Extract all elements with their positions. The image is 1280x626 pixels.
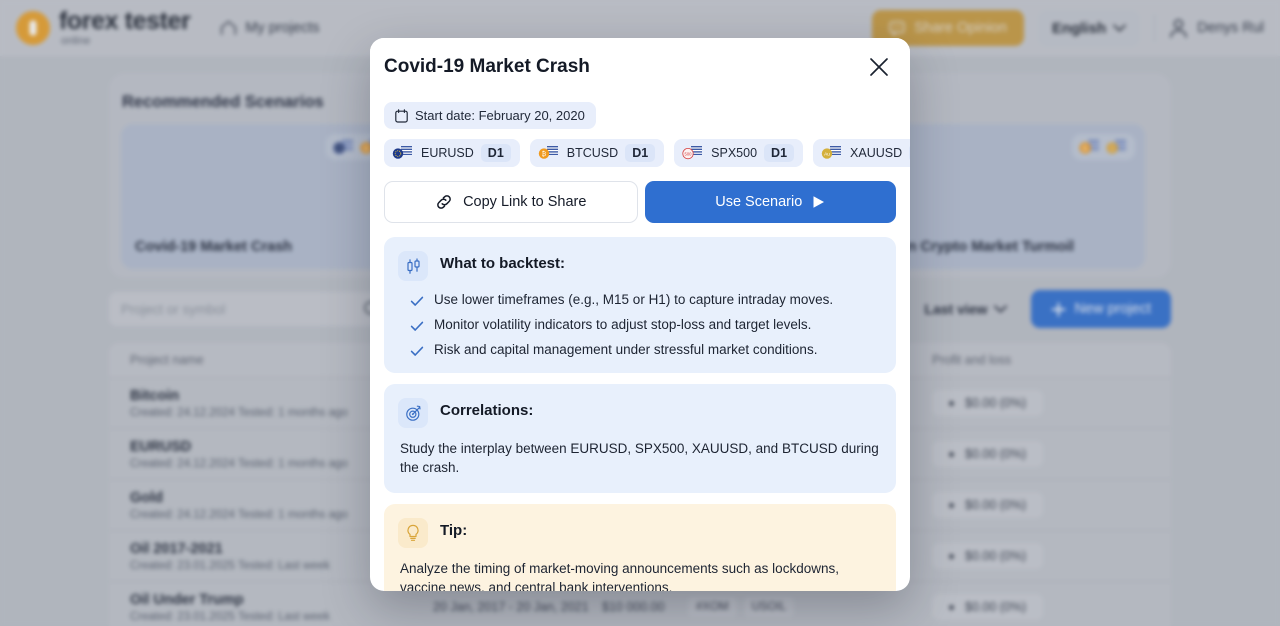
symbol-chip-xauusd[interactable]: Au XAUUSD D1 <box>813 139 910 167</box>
correlations-text: Study the interplay between EURUSD, SPX5… <box>400 441 879 476</box>
card-header: Correlations: <box>398 398 882 428</box>
calendar-icon <box>395 108 408 123</box>
candlestick-chart-icon <box>398 251 428 281</box>
tip-card: Tip: Analyze the timing of market-moving… <box>384 503 896 591</box>
list-item-label: Monitor volatility indicators to adjust … <box>434 317 812 332</box>
symbol-name: SPX500 <box>711 146 758 160</box>
list-item: Use lower timeframes (e.g., M15 or H1) t… <box>410 292 882 308</box>
symbol-timeframe: D1 <box>764 144 795 162</box>
start-date-chip: Start date: February 20, 2020 <box>384 102 596 129</box>
lightbulb-icon <box>398 517 428 548</box>
symbol-timeframe: D1 <box>909 144 910 162</box>
copy-link-label: Copy Link to Share <box>463 194 587 210</box>
check-icon <box>410 296 424 306</box>
card-header: What to backtest: <box>398 251 882 281</box>
symbol-chip-eurusd[interactable]: EURUSD D1 <box>384 139 520 167</box>
correlations-card: Correlations: Study the interplay betwee… <box>384 384 896 493</box>
card-header: Tip: <box>398 517 882 548</box>
symbol-chips: EURUSD D1 ₿ BTCUSD D1 500 SPX500 D1 Au X… <box>384 139 910 167</box>
check-icon <box>410 346 424 356</box>
use-scenario-button[interactable]: Use Scenario <box>644 181 896 223</box>
symbol-name: EURUSD <box>421 146 474 160</box>
card-title: Correlations: <box>440 402 534 419</box>
modal-title: Covid-19 Market Crash <box>384 56 590 77</box>
close-icon[interactable] <box>866 54 892 80</box>
list-item: Risk and capital management under stress… <box>410 342 882 358</box>
modal-actions: Copy Link to Share Use Scenario <box>384 181 896 223</box>
target-icon <box>398 398 428 428</box>
list-item-label: Use lower timeframes (e.g., M15 or H1) t… <box>434 292 834 307</box>
list-item: Monitor volatility indicators to adjust … <box>410 317 882 333</box>
modal-body: Start date: February 20, 2020 EURUSD D1 <box>370 96 910 591</box>
symbol-timeframe: D1 <box>480 144 511 162</box>
svg-text:Au: Au <box>824 152 830 158</box>
svg-text:₿: ₿ <box>542 151 547 158</box>
svg-text:500: 500 <box>685 152 693 157</box>
start-date-label: Start date: February 20, 2020 <box>415 108 585 123</box>
play-icon <box>813 196 825 208</box>
spx500-pair-icon: 500 <box>682 146 703 160</box>
link-icon <box>437 195 451 209</box>
symbol-name: BTCUSD <box>566 146 619 160</box>
check-icon <box>410 321 424 331</box>
xauusd-pair-icon: Au <box>821 146 842 159</box>
list-item-label: Risk and capital management under stress… <box>434 342 818 357</box>
symbol-timeframe: D1 <box>625 144 656 162</box>
what-to-backtest-card: What to backtest: Use lower timeframes (… <box>384 237 896 373</box>
tip-text: Analyze the timing of market-moving anno… <box>400 560 839 591</box>
eurusd-pair-icon <box>392 146 412 159</box>
backtest-bullets: Use lower timeframes (e.g., M15 or H1) t… <box>410 292 882 358</box>
btcusd-pair-icon: ₿ <box>538 146 558 159</box>
card-title: Tip: <box>440 521 468 539</box>
symbol-chip-btcusd[interactable]: ₿ BTCUSD D1 <box>529 139 665 167</box>
modal-header: Covid-19 Market Crash <box>370 38 910 96</box>
scenario-details-modal: Covid-19 Market Crash Start date: Februa… <box>370 38 910 591</box>
use-scenario-label: Use Scenario <box>715 194 803 210</box>
copy-link-button[interactable]: Copy Link to Share <box>384 181 638 223</box>
symbol-name: XAUUSD <box>850 146 903 160</box>
card-title: What to backtest: <box>440 255 566 272</box>
app-root: forex tester online My projects Share Op… <box>0 0 1280 626</box>
symbol-chip-spx500[interactable]: 500 SPX500 D1 <box>674 139 804 167</box>
